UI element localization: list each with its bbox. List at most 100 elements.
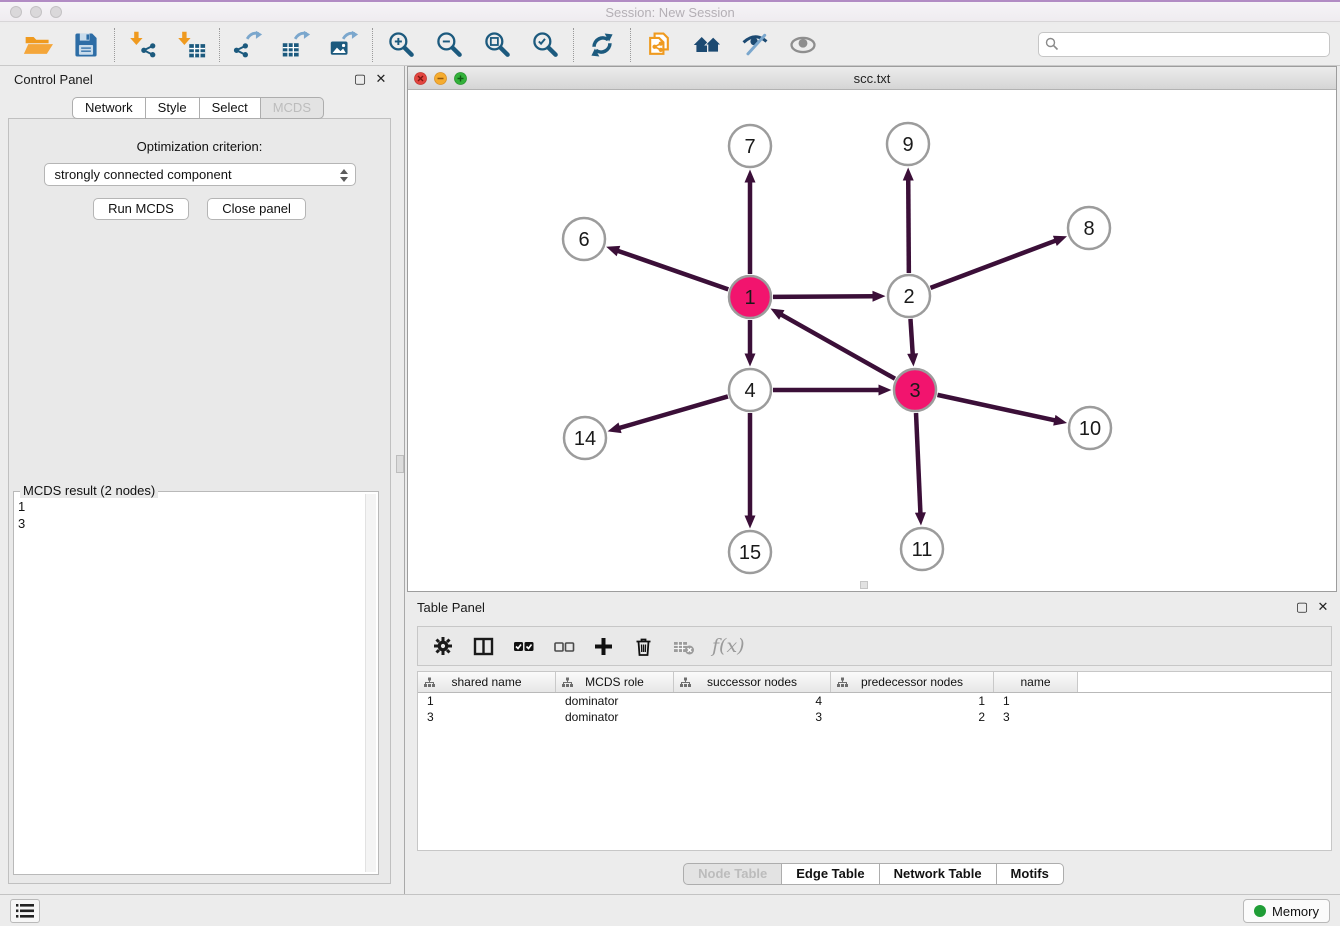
zoom-in-button[interactable] bbox=[383, 28, 419, 62]
mcds-result-text[interactable]: 13 bbox=[18, 498, 362, 870]
list-icon bbox=[15, 902, 35, 920]
splitter-handle[interactable] bbox=[396, 455, 404, 473]
column-label: predecessor nodes bbox=[861, 675, 963, 689]
table-cell[interactable]: 3 bbox=[674, 709, 831, 725]
delete-column-button[interactable] bbox=[632, 635, 655, 658]
column-header-name[interactable]: name bbox=[994, 672, 1078, 692]
tab-network-table[interactable]: Network Table bbox=[879, 863, 997, 885]
settings-button[interactable] bbox=[432, 635, 455, 658]
memory-button[interactable]: Memory bbox=[1243, 899, 1330, 923]
graph-node-2[interactable]: 2 bbox=[888, 275, 930, 317]
graph-node-9[interactable]: 9 bbox=[887, 123, 929, 165]
table-cell[interactable]: 1 bbox=[994, 693, 1078, 709]
search-input[interactable] bbox=[1038, 32, 1330, 57]
tab-select[interactable]: Select bbox=[199, 97, 261, 119]
graph-node-10[interactable]: 10 bbox=[1069, 407, 1111, 449]
home-button[interactable] bbox=[689, 28, 725, 62]
column-header-shared-name[interactable]: shared name bbox=[418, 672, 556, 692]
table-cell[interactable]: 2 bbox=[831, 709, 994, 725]
graph-edge-2-9[interactable] bbox=[903, 167, 914, 273]
column-header-predecessor-nodes[interactable]: predecessor nodes bbox=[831, 672, 994, 692]
graph-node-14[interactable]: 14 bbox=[564, 417, 606, 459]
criterion-select[interactable]: strongly connected component bbox=[44, 163, 356, 186]
graph-edge-1-4[interactable] bbox=[745, 320, 756, 367]
export-table-button[interactable] bbox=[278, 28, 314, 62]
add-column-button[interactable] bbox=[592, 635, 615, 658]
graph-edge-1-7[interactable] bbox=[745, 170, 756, 275]
zoom-fit-button[interactable] bbox=[479, 28, 515, 62]
graph-edge-1-6[interactable] bbox=[606, 246, 728, 290]
table-cell[interactable]: 1 bbox=[831, 693, 994, 709]
graph-edge-1-2[interactable] bbox=[773, 291, 886, 302]
float-panel-icon[interactable]: ▢ bbox=[353, 71, 367, 87]
tab-style[interactable]: Style bbox=[145, 97, 200, 119]
graph-node-label: 11 bbox=[912, 539, 933, 561]
tab-node-table[interactable]: Node Table bbox=[683, 863, 782, 885]
table-cell[interactable]: 1 bbox=[418, 693, 556, 709]
graph-node-label: 4 bbox=[744, 380, 755, 402]
refresh-layout-button[interactable] bbox=[584, 28, 620, 62]
tab-motifs[interactable]: Motifs bbox=[996, 863, 1064, 885]
table-float-panel-icon[interactable]: ▢ bbox=[1295, 599, 1309, 615]
open-session-button[interactable] bbox=[20, 28, 56, 62]
zoom-selected-button[interactable] bbox=[527, 28, 563, 62]
tab-edge-table[interactable]: Edge Table bbox=[781, 863, 879, 885]
graph-node-6[interactable]: 6 bbox=[563, 218, 605, 260]
unselect-all-columns-button[interactable] bbox=[552, 635, 575, 658]
vertical-splitter[interactable] bbox=[404, 66, 405, 894]
import-network-button[interactable] bbox=[125, 28, 161, 62]
table-cell[interactable]: 3 bbox=[994, 709, 1078, 725]
export-image-button[interactable] bbox=[326, 28, 362, 62]
graph-edge-4-14[interactable] bbox=[608, 396, 728, 433]
network-canvas[interactable]: 7 9 6 8 1 2 4 3 14 10 15 11 bbox=[408, 90, 1336, 591]
select-all-columns-button[interactable] bbox=[512, 635, 535, 658]
run-mcds-button[interactable]: Run MCDS bbox=[93, 198, 189, 220]
table-cell[interactable]: 4 bbox=[674, 693, 831, 709]
table-cell[interactable]: dominator bbox=[556, 709, 674, 725]
show-hide-button[interactable] bbox=[785, 28, 821, 62]
graph-edge-3-10[interactable] bbox=[937, 395, 1067, 426]
export-network-button[interactable] bbox=[230, 28, 266, 62]
graph-edge-3-1[interactable] bbox=[770, 309, 894, 379]
graph-node-8[interactable]: 8 bbox=[1068, 207, 1110, 249]
toolbar-group bbox=[373, 28, 573, 62]
graph-node-4[interactable]: 4 bbox=[729, 369, 771, 411]
table-cell[interactable]: 3 bbox=[418, 709, 556, 725]
graph-node-3[interactable]: 3 bbox=[894, 369, 936, 411]
column-header-mcds-role[interactable]: MCDS role bbox=[556, 672, 674, 692]
graph-edge-2-8[interactable] bbox=[931, 236, 1068, 288]
graph-node-1[interactable]: 1 bbox=[729, 276, 771, 318]
tab-mcds[interactable]: MCDS bbox=[260, 97, 324, 119]
graph-edge-3-11[interactable] bbox=[915, 413, 926, 526]
import-table-button[interactable] bbox=[173, 28, 209, 62]
mcds-result-scrollbar[interactable] bbox=[365, 494, 376, 872]
close-panel-button[interactable]: Close panel bbox=[207, 198, 306, 220]
graph-edge-4-15[interactable] bbox=[745, 413, 756, 529]
tab-network[interactable]: Network bbox=[72, 97, 146, 119]
save-session-button[interactable] bbox=[68, 28, 104, 62]
visual-properties-icon bbox=[740, 30, 770, 60]
add-column-icon bbox=[592, 635, 615, 658]
split-view-button[interactable] bbox=[472, 635, 495, 658]
visual-properties-button[interactable] bbox=[737, 28, 773, 62]
network-window-titlebar[interactable]: scc.txt bbox=[408, 67, 1336, 90]
table-cell[interactable]: dominator bbox=[556, 693, 674, 709]
graph-node-11[interactable]: 11 bbox=[901, 528, 943, 570]
table-toolbar: f(x) bbox=[417, 626, 1332, 666]
task-history-button[interactable] bbox=[10, 899, 40, 923]
graph-node-15[interactable]: 15 bbox=[729, 531, 771, 573]
sort-hierarchy-icon bbox=[424, 677, 435, 688]
close-panel-icon[interactable]: ✕ bbox=[374, 71, 388, 87]
graph-edge-2-3[interactable] bbox=[907, 319, 918, 367]
zoom-out-button[interactable] bbox=[431, 28, 467, 62]
graph-node-label: 14 bbox=[574, 428, 596, 450]
canvas-resize-handle[interactable] bbox=[860, 581, 868, 589]
table-row[interactable]: 1dominator411 bbox=[418, 693, 1331, 709]
graph-edge-4-3[interactable] bbox=[773, 385, 892, 396]
table-close-panel-icon[interactable]: ✕ bbox=[1316, 599, 1330, 615]
graph-node-7[interactable]: 7 bbox=[729, 125, 771, 167]
graph-node-label: 8 bbox=[1083, 218, 1094, 240]
column-header-successor-nodes[interactable]: successor nodes bbox=[674, 672, 831, 692]
clone-network-button[interactable] bbox=[641, 28, 677, 62]
table-row[interactable]: 3dominator323 bbox=[418, 709, 1331, 725]
